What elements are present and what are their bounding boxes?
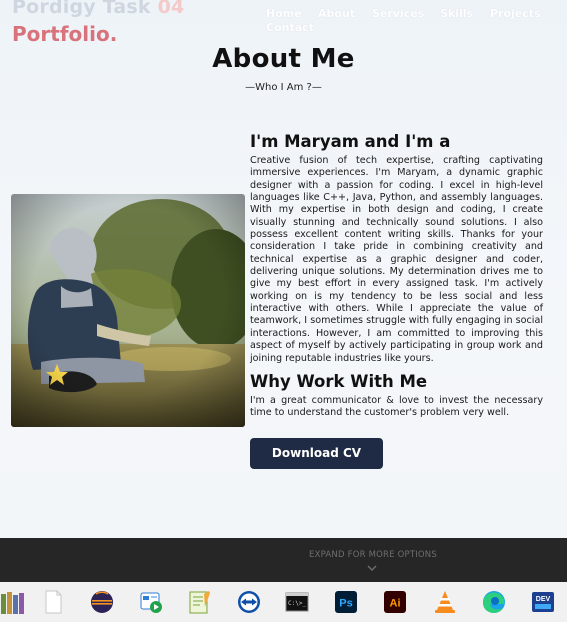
library-books-icon[interactable]: [0, 589, 26, 615]
bio-paragraph: Creative fusion of tech expertise, craft…: [250, 155, 543, 364]
svg-text:Ai: Ai: [390, 598, 401, 610]
download-cv-button[interactable]: Download CV: [250, 437, 383, 469]
section-title: About Me: [212, 44, 355, 74]
expand-label: EXPAND FOR MORE OPTIONS: [309, 550, 437, 560]
photoshop-icon[interactable]: Ps: [333, 589, 359, 615]
notepad-plus-plus-icon[interactable]: [186, 589, 212, 615]
why-paragraph: I'm a great communicator & love to inves…: [250, 394, 543, 419]
nav-link-home[interactable]: Home: [266, 7, 302, 20]
nav-link-contact[interactable]: Contact: [266, 21, 314, 34]
command-prompt-icon[interactable]: C:\>_: [284, 589, 310, 615]
svg-text:C:\>_: C:\>_: [288, 600, 306, 607]
intro-heading: I'm Maryam and I'm a: [250, 132, 451, 151]
teamviewer-icon[interactable]: [236, 589, 262, 615]
about-content: I'm Maryam and I'm a Creative fusion of …: [250, 130, 543, 469]
expand-options-bar[interactable]: EXPAND FOR MORE OPTIONS: [0, 538, 567, 582]
nav-link-about[interactable]: About: [318, 7, 355, 20]
dev-cpp-icon[interactable]: DEV: [530, 589, 556, 615]
taskbar: C:\>_ Ps Ai DEV: [0, 582, 567, 622]
eclipse-icon[interactable]: [89, 589, 115, 615]
vlc-icon[interactable]: [432, 589, 458, 615]
nav-link-skills[interactable]: Skills: [440, 7, 473, 20]
nav-link-services[interactable]: Services: [372, 7, 424, 20]
brand-task-title: Pordigy Task 04: [12, 0, 185, 18]
edge-icon[interactable]: [481, 589, 507, 615]
chevron-down-icon[interactable]: [366, 563, 378, 573]
why-heading: Why Work With Me: [250, 371, 428, 391]
svg-text:Ps: Ps: [339, 598, 352, 610]
portfolio-page: Pordigy Task 04 Portfolio. Home About Se…: [0, 0, 567, 538]
windows-media-player-icon[interactable]: [138, 589, 164, 615]
section-subtitle: —Who I Am ?—: [245, 82, 322, 93]
brand-portfolio-name: Portfolio.: [12, 22, 118, 46]
blank-document-icon[interactable]: [40, 589, 66, 615]
illustrator-icon[interactable]: Ai: [382, 589, 408, 615]
svg-text:DEV: DEV: [536, 596, 551, 603]
nav-link-projects[interactable]: Projects: [490, 7, 541, 20]
profile-photo: [11, 194, 245, 427]
